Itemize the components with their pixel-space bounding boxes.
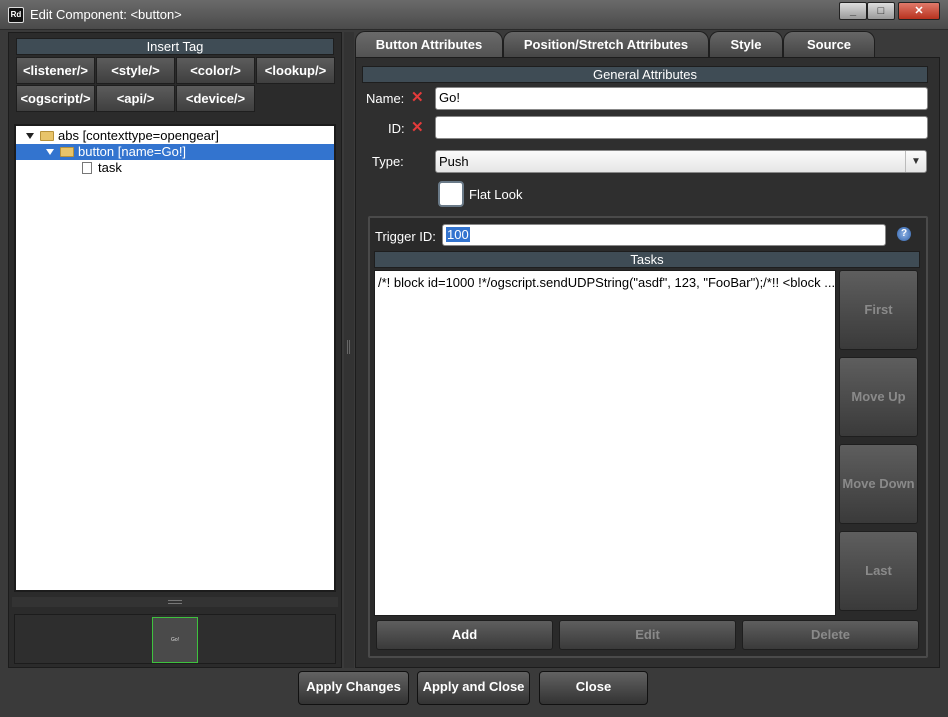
close-window-button[interactable]: ✕ bbox=[898, 2, 940, 20]
close-button[interactable]: Close bbox=[539, 671, 648, 705]
tree-item-abs[interactable]: abs [contexttype=opengear] bbox=[16, 128, 334, 144]
insert-tag-header: Insert Tag bbox=[16, 38, 334, 55]
tab-button-attributes[interactable]: Button Attributes bbox=[355, 31, 503, 59]
flat-look-label: Flat Look bbox=[469, 187, 523, 202]
document-icon bbox=[82, 162, 92, 174]
trigger-id-value: 100 bbox=[446, 227, 470, 242]
move-up-button[interactable]: Move Up bbox=[839, 357, 918, 437]
splitter-grip-icon bbox=[168, 600, 182, 604]
error-x-icon: ✕ bbox=[411, 119, 424, 136]
tree-item-button[interactable]: button [name=Go!] bbox=[16, 144, 334, 160]
minimize-button[interactable]: _ bbox=[839, 2, 867, 20]
edit-task-button[interactable]: Edit bbox=[559, 620, 736, 650]
general-attributes-header: General Attributes bbox=[362, 66, 928, 83]
flat-look-checkbox[interactable] bbox=[438, 181, 464, 207]
maximize-button[interactable]: □ bbox=[867, 2, 895, 20]
tree-item-label: task bbox=[98, 160, 122, 175]
insert-device-button[interactable]: <device/> bbox=[176, 85, 255, 112]
apply-changes-button[interactable]: Apply Changes bbox=[298, 671, 409, 705]
splitter-grip-icon bbox=[347, 340, 350, 354]
chevron-down-icon[interactable]: ▼ bbox=[905, 151, 926, 172]
list-item[interactable]: /*! block id=1000 !*/ogscript.sendUDPStr… bbox=[378, 275, 835, 290]
tree-item-task[interactable]: task bbox=[16, 160, 334, 176]
id-label: ID: bbox=[388, 121, 405, 136]
delete-task-button[interactable]: Delete bbox=[742, 620, 919, 650]
move-down-button[interactable]: Move Down bbox=[839, 444, 918, 524]
insert-api-button[interactable]: <api/> bbox=[96, 85, 175, 112]
expand-triangle-icon[interactable] bbox=[46, 149, 54, 155]
app-icon: Rd bbox=[8, 7, 24, 23]
type-select[interactable]: Push bbox=[435, 150, 927, 173]
tree-item-label: button [name=Go!] bbox=[78, 144, 187, 159]
type-label: Type: bbox=[372, 154, 404, 169]
preview-thumbnail[interactable]: Go! bbox=[152, 617, 198, 663]
tasks-header: Tasks bbox=[374, 251, 920, 268]
help-icon[interactable]: ? bbox=[897, 227, 911, 241]
tab-source[interactable]: Source bbox=[783, 31, 875, 58]
insert-style-button[interactable]: <style/> bbox=[96, 57, 175, 84]
tree-item-label: abs [contexttype=opengear] bbox=[58, 128, 219, 143]
tab-position-stretch-attributes[interactable]: Position/Stretch Attributes bbox=[503, 31, 709, 58]
expand-triangle-icon[interactable] bbox=[26, 133, 34, 139]
tab-style[interactable]: Style bbox=[709, 31, 783, 58]
apply-and-close-button[interactable]: Apply and Close bbox=[417, 671, 530, 705]
error-x-icon: ✕ bbox=[411, 89, 424, 106]
insert-listener-button[interactable]: <listener/> bbox=[16, 57, 95, 84]
tasks-list[interactable]: /*! block id=1000 !*/ogscript.sendUDPStr… bbox=[374, 270, 836, 616]
component-tree[interactable]: abs [contexttype=opengear] button [name=… bbox=[14, 124, 336, 592]
folder-open-icon bbox=[40, 131, 54, 141]
trigger-id-input[interactable]: 100 bbox=[442, 224, 886, 246]
add-task-button[interactable]: Add bbox=[376, 620, 553, 650]
insert-ogscript-button[interactable]: <ogscript/> bbox=[16, 85, 95, 112]
folder-open-icon bbox=[60, 147, 74, 157]
last-button[interactable]: Last bbox=[839, 531, 918, 611]
insert-color-button[interactable]: <color/> bbox=[176, 57, 255, 84]
id-input[interactable] bbox=[435, 116, 928, 139]
insert-lookup-button[interactable]: <lookup/> bbox=[256, 57, 335, 84]
trigger-id-label: Trigger ID: bbox=[375, 229, 436, 244]
first-button[interactable]: First bbox=[839, 270, 918, 350]
name-input[interactable]: Go! bbox=[435, 87, 928, 110]
window-title: Edit Component: <button> bbox=[30, 7, 182, 22]
name-label: Name: bbox=[366, 91, 405, 106]
